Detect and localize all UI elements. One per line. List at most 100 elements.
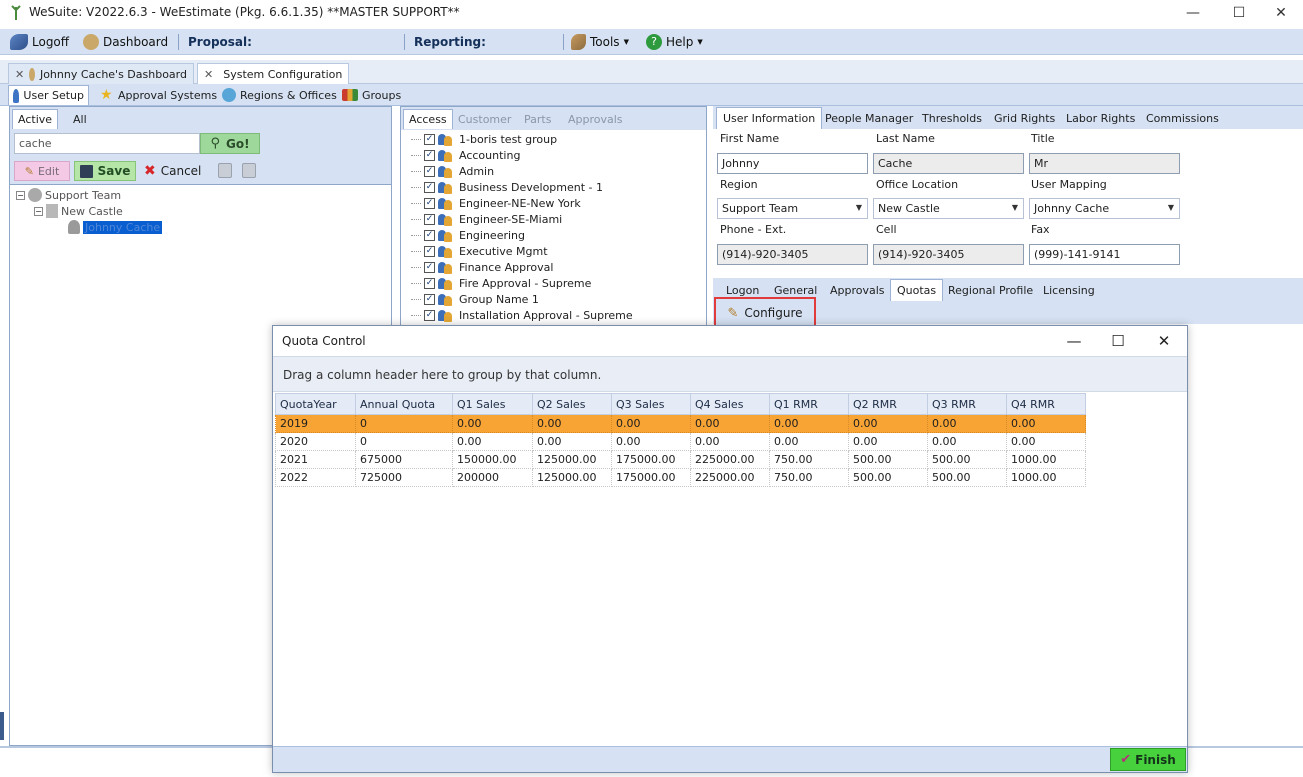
column-header[interactable]: Annual Quota: [355, 393, 453, 415]
table-cell[interactable]: 0.00: [532, 432, 612, 451]
tab-labor-rights[interactable]: Labor Rights: [1060, 107, 1141, 129]
dashboard-button[interactable]: Dashboard: [83, 33, 168, 51]
go-button[interactable]: ⚲ Go!: [200, 133, 260, 154]
phone-field[interactable]: (914)-920-3405: [717, 244, 868, 265]
column-header[interactable]: QuotaYear: [275, 393, 356, 415]
table-cell[interactable]: 0.00: [1006, 414, 1086, 433]
table-cell[interactable]: 200000: [452, 468, 533, 487]
tab-grid-rights[interactable]: Grid Rights: [988, 107, 1061, 129]
tab-access[interactable]: Access: [403, 109, 453, 129]
group-list-item[interactable]: ✓ Installation Approval - Supreme: [411, 309, 633, 322]
column-header[interactable]: Q1 RMR: [769, 393, 849, 415]
column-header[interactable]: Q2 RMR: [848, 393, 928, 415]
group-list-item[interactable]: ✓ Engineering: [411, 229, 525, 242]
tab-user-setup[interactable]: User Setup: [8, 85, 89, 105]
region-dropdown[interactable]: Support Team ▼: [717, 198, 868, 219]
table-cell[interactable]: 500.00: [927, 468, 1007, 487]
group-list-item[interactable]: ✓ Engineer-SE-Miami: [411, 213, 562, 226]
help-menu[interactable]: ? Help ▼: [646, 33, 703, 51]
column-header[interactable]: Q4 Sales: [690, 393, 770, 415]
paste-icon[interactable]: [242, 163, 256, 178]
table-cell[interactable]: 175000.00: [611, 450, 691, 469]
tab-active[interactable]: Active: [12, 109, 59, 129]
office-location-dropdown[interactable]: New Castle ▼: [873, 198, 1024, 219]
group-checkbox[interactable]: ✓: [424, 182, 435, 193]
table-cell[interactable]: 225000.00: [690, 468, 770, 487]
table-cell[interactable]: 0.00: [532, 414, 612, 433]
group-list-item[interactable]: ✓ Group Name 1: [411, 293, 539, 306]
group-checkbox[interactable]: ✓: [424, 294, 435, 305]
table-cell[interactable]: 125000.00: [532, 450, 612, 469]
table-cell[interactable]: 0.00: [769, 432, 849, 451]
table-cell[interactable]: 0.00: [1006, 432, 1086, 451]
tab-people-manager[interactable]: People Manager: [819, 107, 919, 129]
table-cell[interactable]: 0.00: [769, 414, 849, 433]
tools-menu[interactable]: Tools ▼: [571, 33, 629, 51]
tree-node-support-team[interactable]: − Support Team: [16, 188, 121, 202]
table-cell[interactable]: 500.00: [927, 450, 1007, 469]
tab-all[interactable]: All: [68, 109, 92, 129]
group-list-item[interactable]: ✓ Admin: [411, 165, 494, 178]
table-cell[interactable]: 675000: [355, 450, 453, 469]
tab-groups[interactable]: Groups: [338, 85, 405, 105]
group-list-item[interactable]: ✓ Finance Approval: [411, 261, 553, 274]
column-header[interactable]: Q4 RMR: [1006, 393, 1086, 415]
tab-parts[interactable]: Parts: [519, 109, 556, 129]
table-cell[interactable]: 1000.00: [1006, 450, 1086, 469]
title-field[interactable]: Mr: [1029, 153, 1180, 174]
search-input[interactable]: cache: [14, 133, 200, 154]
column-header[interactable]: Q1 Sales: [452, 393, 533, 415]
dialog-minimize-button[interactable]: —: [1051, 326, 1097, 356]
table-cell[interactable]: 2019: [275, 414, 356, 433]
group-list-item[interactable]: ✓ Accounting: [411, 149, 520, 162]
group-checkbox[interactable]: ✓: [424, 310, 435, 321]
copy-icon[interactable]: [218, 163, 232, 178]
tab-quotas[interactable]: Quotas: [890, 279, 944, 301]
user-mapping-dropdown[interactable]: Johnny Cache ▼: [1029, 198, 1180, 219]
group-checkbox[interactable]: ✓: [424, 262, 435, 273]
dialog-close-button[interactable]: ✕: [1141, 326, 1187, 356]
tab-commissions[interactable]: Commissions: [1140, 107, 1225, 129]
save-button[interactable]: Save: [74, 161, 136, 181]
tab-system-configuration[interactable]: ✕ System Configuration: [197, 63, 349, 84]
group-checkbox[interactable]: ✓: [424, 230, 435, 241]
table-cell[interactable]: 0.00: [452, 432, 533, 451]
group-list-item[interactable]: ✓ Engineer-NE-New York: [411, 197, 581, 210]
close-tab-icon[interactable]: ✕: [15, 68, 24, 81]
tab-user-information[interactable]: User Information: [716, 107, 823, 129]
column-header[interactable]: Q3 RMR: [927, 393, 1007, 415]
group-checkbox[interactable]: ✓: [424, 134, 435, 145]
table-cell[interactable]: 150000.00: [452, 450, 533, 469]
table-cell[interactable]: 0.00: [690, 414, 770, 433]
fax-field[interactable]: (999)-141-9141: [1029, 244, 1180, 265]
collapse-icon[interactable]: −: [34, 206, 43, 216]
group-checkbox[interactable]: ✓: [424, 166, 435, 177]
table-cell[interactable]: 0.00: [611, 414, 691, 433]
table-cell[interactable]: 2022: [275, 468, 356, 487]
column-header[interactable]: Q3 Sales: [611, 393, 691, 415]
table-row[interactable]: 2019 0 0.00 0.00 0.00 0.00 0.00 0.00 0.00 0.00: [275, 414, 1086, 433]
cell-field[interactable]: (914)-920-3405: [873, 244, 1024, 265]
table-cell[interactable]: 0.00: [452, 414, 533, 433]
tab-thresholds[interactable]: Thresholds: [916, 107, 988, 129]
tab-approvals-sub[interactable]: Approvals: [824, 279, 891, 301]
table-row[interactable]: 2022 725000 200000 125000.00 175000.00 225000…: [275, 468, 1086, 487]
table-cell[interactable]: 0.00: [927, 432, 1007, 451]
group-list-item[interactable]: ✓ 1-boris test group: [411, 133, 557, 146]
logoff-button[interactable]: Logoff: [10, 33, 69, 51]
group-checkbox[interactable]: ✓: [424, 246, 435, 257]
table-cell[interactable]: 0.00: [848, 432, 928, 451]
group-list-item[interactable]: ✓ Business Development - 1: [411, 181, 603, 194]
group-by-panel[interactable]: Drag a column header here to group by th…: [273, 356, 1187, 392]
table-cell[interactable]: 225000.00: [690, 450, 770, 469]
group-checkbox[interactable]: ✓: [424, 278, 435, 289]
table-cell[interactable]: 2020: [275, 432, 356, 451]
table-cell[interactable]: 0.00: [611, 432, 691, 451]
tab-licensing[interactable]: Licensing: [1037, 279, 1101, 301]
tab-approval-systems[interactable]: ★ Approval Systems: [96, 85, 221, 105]
table-cell[interactable]: 125000.00: [532, 468, 612, 487]
tab-approvals[interactable]: Approvals: [563, 109, 628, 129]
group-list-item[interactable]: ✓ Fire Approval - Supreme: [411, 277, 591, 290]
first-name-field[interactable]: Johnny: [717, 153, 868, 174]
table-cell[interactable]: 0.00: [848, 414, 928, 433]
